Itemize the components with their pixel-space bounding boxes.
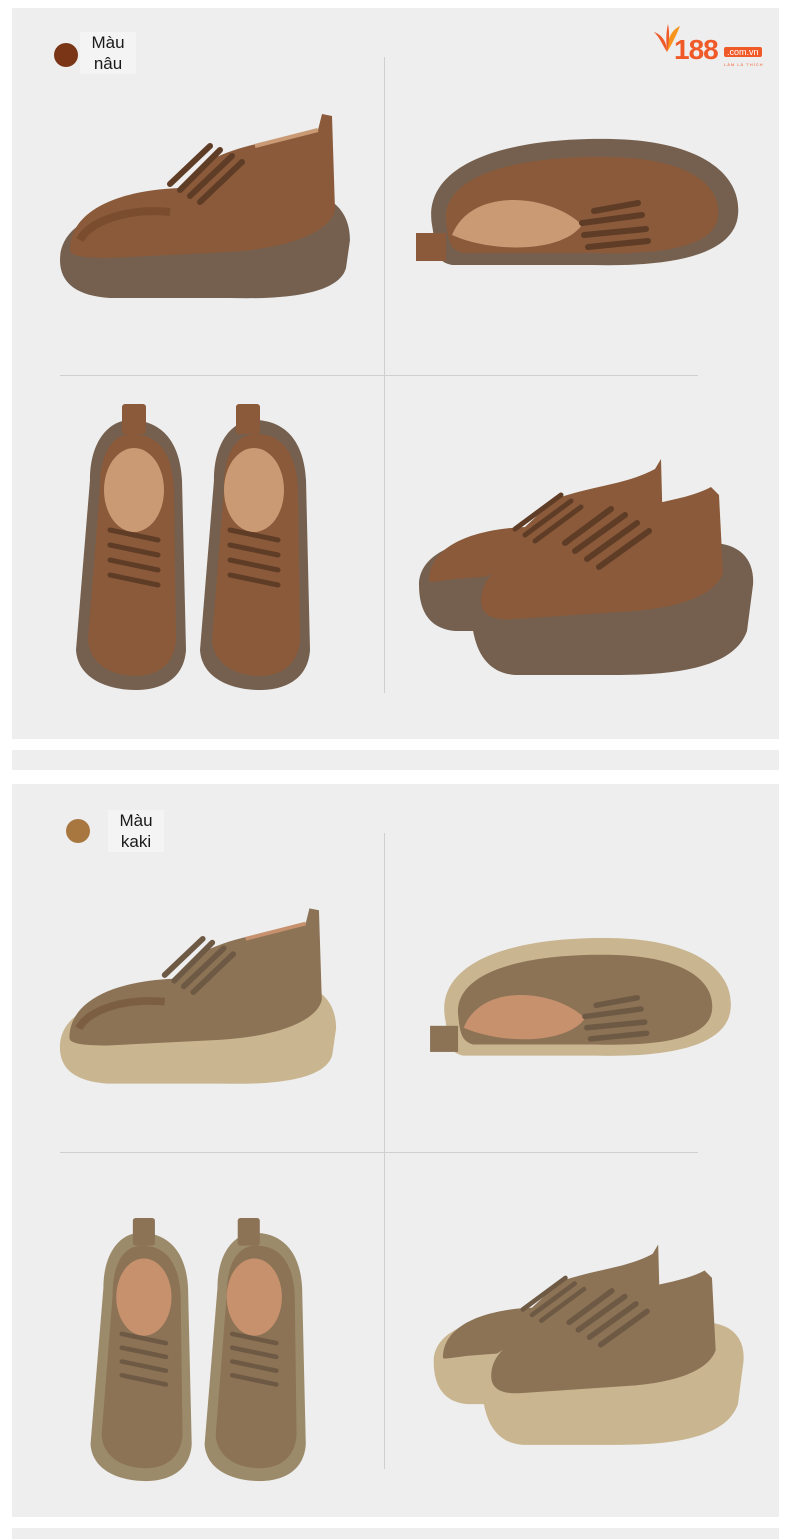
shoe-pair-angled-brown	[419, 459, 754, 675]
color-label-line1: Màu	[119, 811, 153, 830]
grid-divider-horizontal	[60, 375, 698, 376]
shoe-inside-view-brown	[416, 138, 739, 266]
color-label-khaki: Màu kaki	[108, 810, 164, 852]
shoe-inside-view-khaki	[430, 937, 731, 1056]
color-label-line2: nâu	[93, 54, 123, 73]
shoe-top-view-brown	[76, 404, 310, 690]
left-shoe-top	[90, 1217, 192, 1482]
color-label-line2: kaki	[120, 832, 152, 851]
section-divider	[12, 750, 779, 770]
grid-divider-horizontal	[60, 1152, 698, 1153]
brand-domain: .com.vn	[724, 47, 762, 57]
grid-divider-vertical	[384, 833, 385, 1469]
right-shoe-top	[204, 1217, 306, 1482]
brand-tagline: LÀM LÀ THÍCH	[724, 62, 764, 67]
left-shoe-top	[76, 404, 186, 690]
color-swatch-khaki	[66, 819, 90, 843]
shoe-side-view-brown	[60, 114, 350, 299]
shoe-pair-angled-khaki	[433, 1244, 744, 1445]
shoe-side-view-khaki	[59, 908, 337, 1084]
color-swatch-brown	[54, 43, 78, 67]
brand-number: 188	[674, 34, 719, 65]
brand-logo: 188 .com.vn LÀM LÀ THÍCH	[652, 22, 774, 72]
shoe-top-view-khaki	[90, 1217, 306, 1482]
color-label-line1: Màu	[91, 33, 125, 52]
section-divider-bottom	[12, 1528, 779, 1539]
right-shoe-top	[200, 404, 310, 690]
color-label-brown: Màu nâu	[80, 32, 136, 74]
